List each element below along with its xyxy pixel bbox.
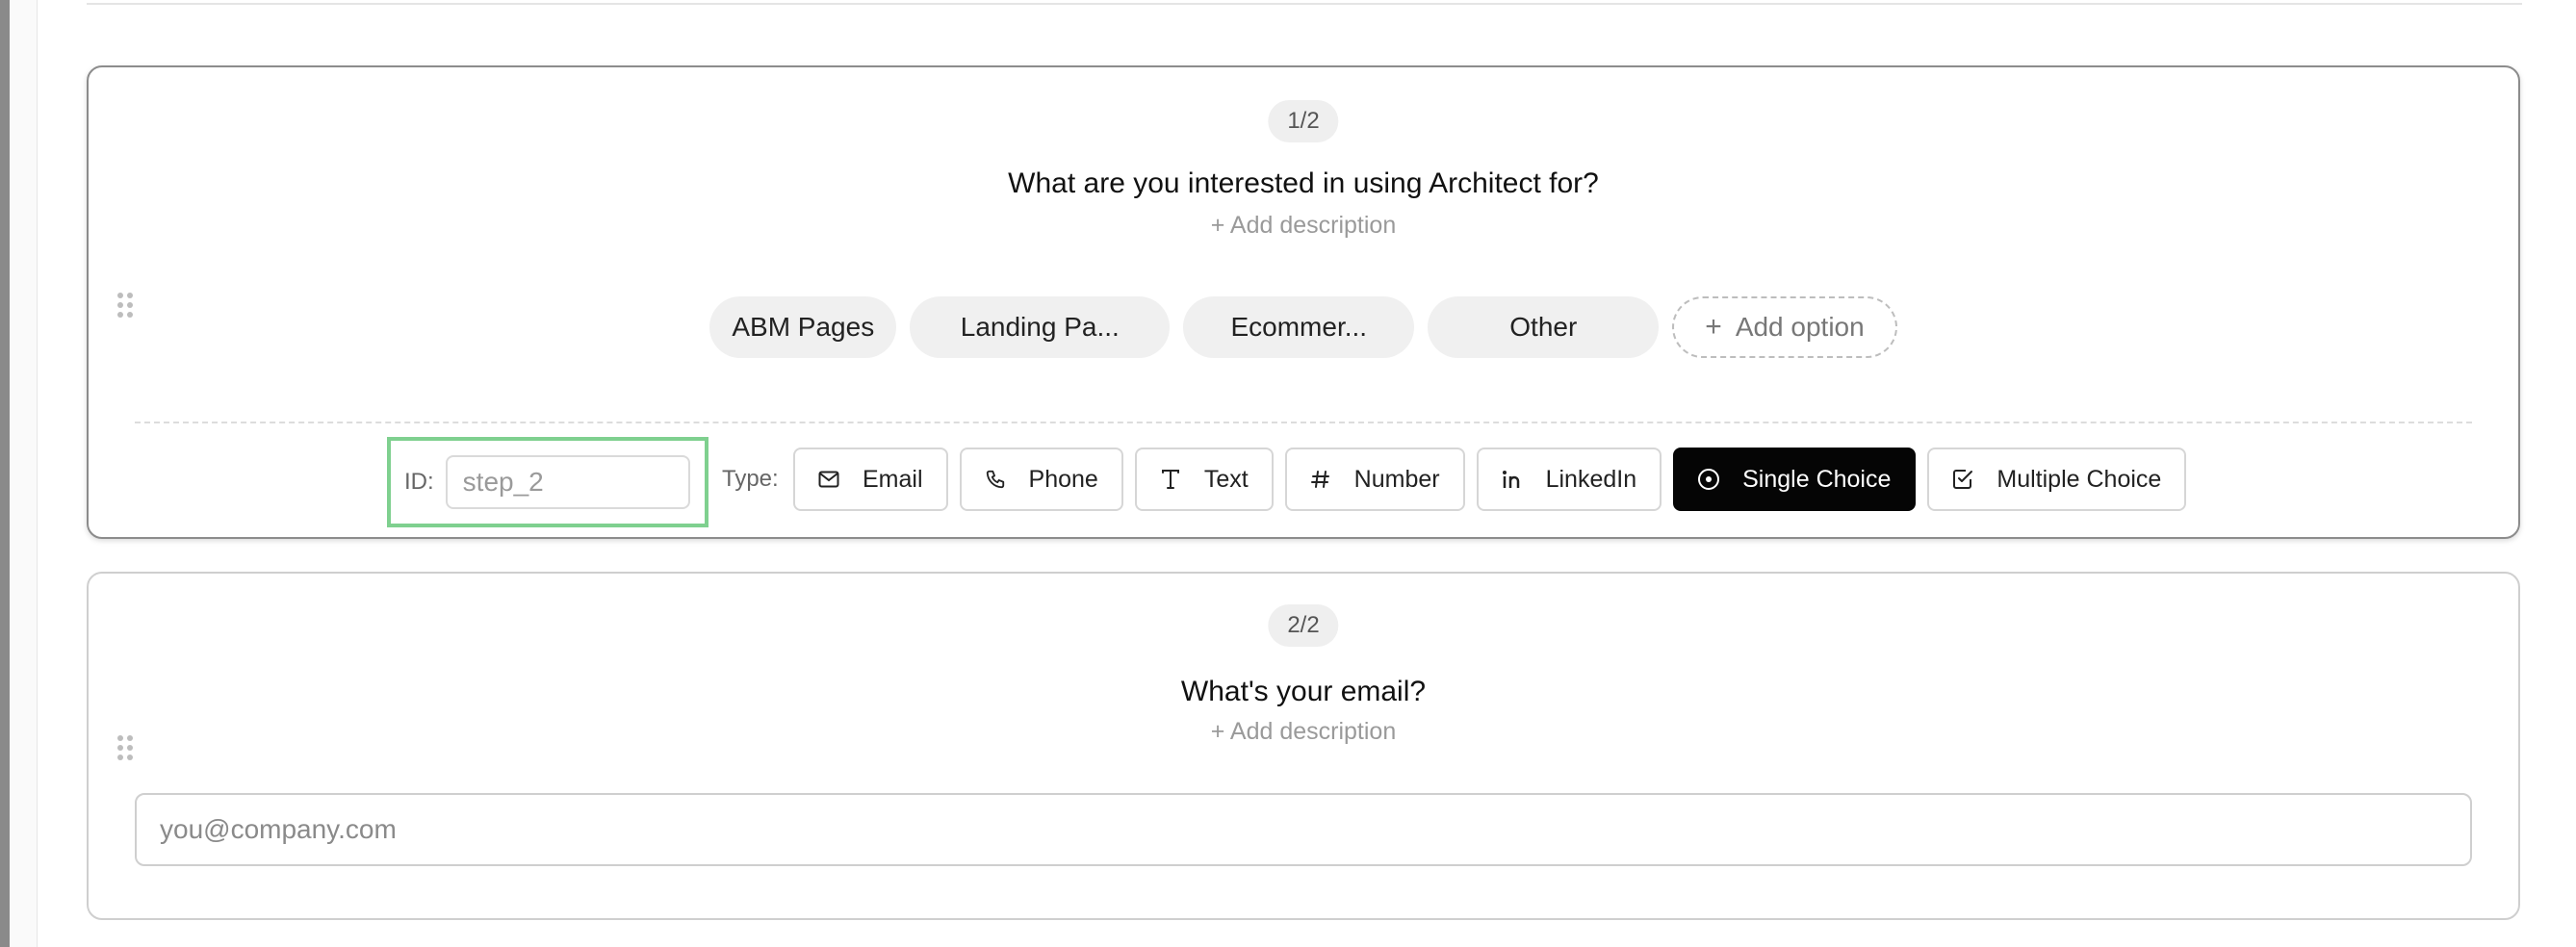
type-selector: Email Phone Text Number LinkedIn Single … [793,448,2187,511]
add-option-button[interactable]: + Add option [1672,296,1897,358]
step-card-2[interactable]: 2/2 What's your email? + Add description [87,572,2520,920]
type-button-label: Email [863,465,923,493]
dashed-divider [135,422,2472,423]
question-title[interactable]: What are you interested in using Archite… [89,167,2518,200]
type-button-label: Multiple Choice [1996,465,2162,493]
type-button-label: Number [1353,465,1440,493]
step-badge: 1/2 [1268,100,1339,142]
add-option-label: Add option [1735,312,1865,342]
radio-icon [1696,468,1721,491]
option-pill[interactable]: Landing Pa... [910,296,1171,358]
checkbox-icon [1950,469,1975,490]
window-edge [0,0,10,947]
id-label: ID: [404,469,434,495]
type-button-label: Text [1203,465,1249,493]
type-button-label: LinkedIn [1545,465,1637,493]
question-title[interactable]: What's your email? [89,676,2518,708]
type-button-text[interactable]: Text [1134,448,1274,511]
add-description-link[interactable]: + Add description [89,718,2518,746]
phone-icon [983,469,1008,490]
step-badge: 2/2 [1268,604,1339,647]
email-answer-input[interactable] [135,793,2472,866]
add-description-link[interactable]: + Add description [89,212,2518,240]
step-card-1[interactable]: 1/2 What are you interested in using Arc… [87,65,2520,539]
text-icon [1158,469,1183,490]
mail-icon [816,471,841,488]
hash-icon [1308,470,1333,489]
type-button-linkedin[interactable]: LinkedIn [1476,448,1662,511]
type-button-label: Phone [1028,465,1098,493]
linkedin-icon [1500,470,1525,489]
sidebar-clipped [10,0,38,947]
id-field-group: ID: [387,437,708,527]
option-pill[interactable]: Other [1428,296,1660,358]
type-button-number[interactable]: Number [1284,448,1465,511]
type-button-multiple-choice[interactable]: Multiple Choice [1927,448,2187,511]
type-button-single-choice[interactable]: Single Choice [1673,448,1917,511]
type-label: Type: [722,466,779,492]
type-button-phone[interactable]: Phone [959,448,1123,511]
section-divider [87,0,2522,5]
type-button-label: Single Choice [1742,465,1892,493]
options-list: ABM Pages Landing Pa... Ecommer... Other… [89,296,2518,358]
step-id-input[interactable] [445,455,690,509]
option-pill[interactable]: Ecommer... [1183,296,1415,358]
plus-icon: + [1705,311,1722,343]
option-pill[interactable]: ABM Pages [709,296,897,358]
type-button-email[interactable]: Email [793,448,948,511]
